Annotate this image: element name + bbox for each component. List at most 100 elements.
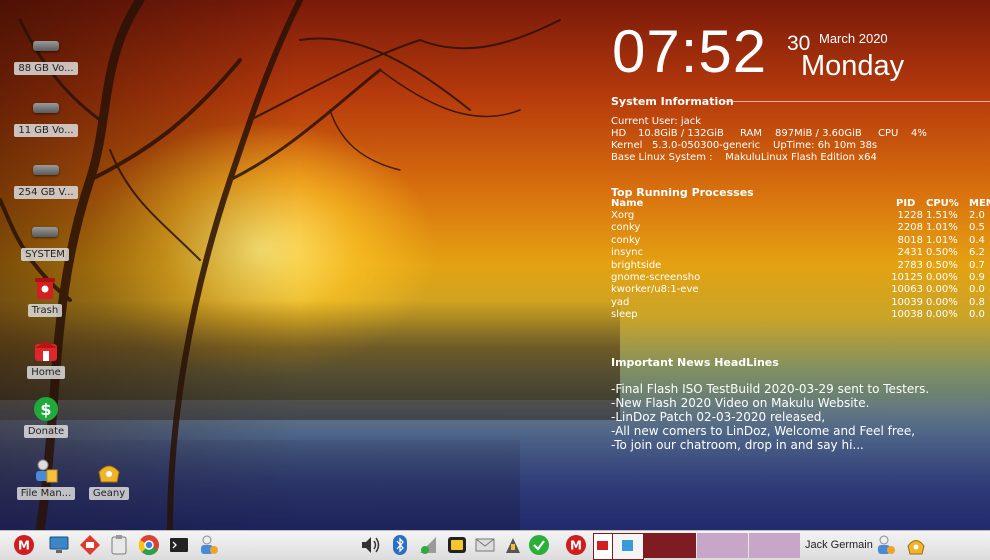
process-mem: 0.5 xyxy=(969,222,985,234)
process-mem: 2.0 xyxy=(969,210,985,221)
window-button-4[interactable] xyxy=(697,533,748,558)
trash-icon xyxy=(30,275,60,301)
conky-clock-time: 07:52 xyxy=(612,18,768,85)
conky-clock-weekday: Monday xyxy=(801,50,905,82)
process-cpu: 1.01% xyxy=(926,222,958,234)
process-name: insync xyxy=(611,247,644,259)
window-button-5[interactable] xyxy=(749,533,800,558)
process-pid: 8018 xyxy=(897,234,923,246)
header-cpu: CPU% xyxy=(926,198,959,209)
uptime-line: UpTime: 6h 10m 38s xyxy=(773,140,878,151)
svg-text:M: M xyxy=(570,539,582,553)
notes-icon[interactable] xyxy=(446,534,468,556)
desktop-icon-label: 11 GB Vo... xyxy=(14,124,78,137)
username-label[interactable]: Jack Germain xyxy=(805,539,873,551)
desktop-icon-file-manager[interactable]: File Man... xyxy=(14,458,78,500)
taskbar: M M Jack Germain xyxy=(0,530,990,560)
file-manager-icon xyxy=(31,458,61,484)
section-divider xyxy=(725,101,990,102)
process-name: kworker/u8:1-eve xyxy=(611,284,699,296)
process-pid: 10063 xyxy=(891,284,923,296)
kernel-line: Kernel 5.3.0-050300-generic xyxy=(611,140,761,151)
process-mem: 0.0 xyxy=(969,284,985,296)
user-settings-icon[interactable] xyxy=(875,534,897,556)
drive-icon xyxy=(31,157,61,183)
dollar-icon: $ xyxy=(31,396,61,422)
process-mem: 0.4 xyxy=(969,234,985,246)
ram-value: 897MiB / 3.60GiB xyxy=(775,128,862,139)
process-cpu: 0.00% xyxy=(926,296,958,308)
system-info-title: System Information xyxy=(611,95,734,108)
makulu-menu-icon[interactable]: M xyxy=(13,534,35,556)
network-icon[interactable] xyxy=(417,534,439,556)
user-settings-icon[interactable] xyxy=(198,534,220,556)
process-pid: 2783 xyxy=(897,259,923,271)
terminal-icon[interactable] xyxy=(168,534,190,556)
geany-icon[interactable] xyxy=(905,534,927,556)
process-cpu: 1.51% xyxy=(926,210,958,221)
process-mem: 0.9 xyxy=(969,272,985,283)
news-item: -Final Flash ISO TestBuild 2020-03-29 se… xyxy=(611,382,930,396)
desktop-icon-label: 88 GB Vo... xyxy=(14,62,78,75)
process-pid: 2208 xyxy=(897,222,923,234)
desktop-icon-trash[interactable]: Trash xyxy=(13,275,77,317)
process-pid: 1228 xyxy=(897,210,923,221)
process-cpu: 0.50% xyxy=(926,247,958,259)
window-button-2[interactable] xyxy=(612,533,644,560)
news-item: -LinDoz Patch 02-03-2020 released, xyxy=(611,410,826,424)
cpu-value: 4% xyxy=(911,128,927,139)
process-name: yad xyxy=(611,296,630,308)
conky-clock-month-year: March 2020 xyxy=(819,31,888,46)
window-button-1[interactable] xyxy=(593,533,613,560)
geany-icon xyxy=(94,458,124,484)
clipboard-icon[interactable] xyxy=(108,534,130,556)
cpu-label: CPU xyxy=(878,128,899,139)
svg-text:$: $ xyxy=(40,400,51,419)
process-pid: 10125 xyxy=(891,272,923,283)
check-icon[interactable] xyxy=(528,534,550,556)
process-name: conky xyxy=(611,222,641,234)
process-cpu: 0.50% xyxy=(926,259,958,271)
header-name: Name xyxy=(611,198,644,209)
drive-icon xyxy=(31,33,61,59)
updates-icon[interactable] xyxy=(502,534,524,556)
process-pid: 10038 xyxy=(891,309,923,321)
process-name: conky xyxy=(611,234,641,246)
home-icon xyxy=(31,337,61,363)
process-name: gnome-screensho xyxy=(611,272,701,283)
drive-icon xyxy=(30,219,60,245)
desktop-icon-geany[interactable]: Geany xyxy=(77,458,141,500)
desktop-icon-donate[interactable]: $ Donate xyxy=(14,396,78,438)
process-cpu: 0.00% xyxy=(926,309,958,321)
desktop-icon-label: SYSTEM xyxy=(21,248,69,261)
desktop-icon-home[interactable]: Home xyxy=(14,337,78,379)
mail-icon[interactable] xyxy=(474,534,496,556)
drive-icon xyxy=(31,95,61,121)
news-title: Important News HeadLines xyxy=(611,356,779,369)
desktop-icon-88gb-volume[interactable]: 88 GB Vo... xyxy=(14,33,78,75)
desktop-icon-254gb-volume[interactable]: 254 GB V... xyxy=(14,157,78,199)
desktop-icon-label: 254 GB V... xyxy=(14,186,78,199)
news-item: -New Flash 2020 Video on Makulu Website. xyxy=(611,396,870,410)
desktop-icon-11gb-volume[interactable]: 11 GB Vo... xyxy=(14,95,78,137)
news-item: -To join our chatroom, drop in and say h… xyxy=(611,438,864,452)
process-mem: 6.2 xyxy=(969,247,985,259)
svg-text:M: M xyxy=(18,539,30,553)
process-name: brightside xyxy=(611,259,662,271)
process-pid: 2431 xyxy=(897,247,923,259)
desktop-icon-label: Home xyxy=(27,366,65,379)
desktop-icon-label: Trash xyxy=(27,304,63,317)
process-name: Xorg xyxy=(611,210,635,221)
volume-icon[interactable] xyxy=(359,534,381,556)
monitor-icon[interactable] xyxy=(48,534,70,556)
base-system-line: Base Linux System : MakuluLinux Flash Ed… xyxy=(611,152,877,163)
bluetooth-icon[interactable] xyxy=(389,534,411,556)
makulu-icon[interactable]: M xyxy=(565,534,587,556)
diamond-app-icon[interactable] xyxy=(79,534,101,556)
process-mem: 0.0 xyxy=(969,309,985,321)
desktop-icon-label: File Man... xyxy=(16,487,76,500)
desktop-icon-system[interactable]: SYSTEM xyxy=(13,219,77,261)
hd-label: HD xyxy=(611,128,627,139)
chrome-icon[interactable] xyxy=(138,534,160,556)
window-button-3[interactable] xyxy=(644,533,696,558)
